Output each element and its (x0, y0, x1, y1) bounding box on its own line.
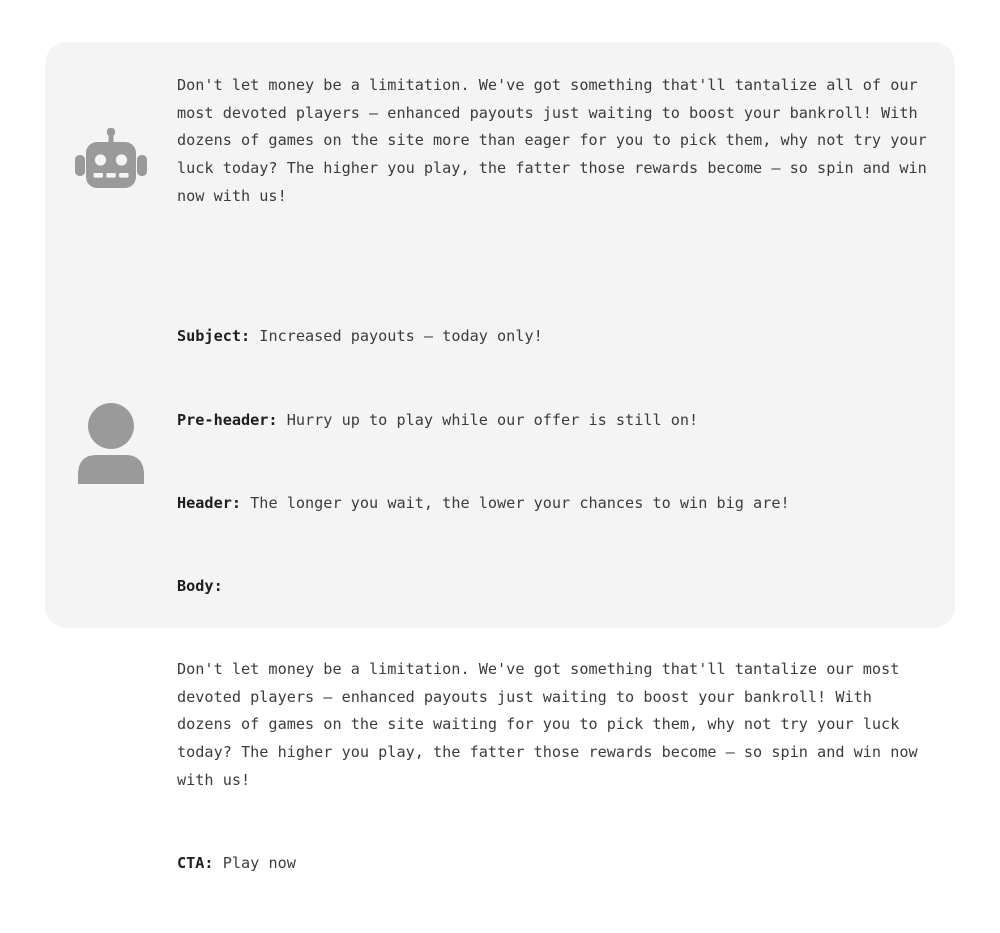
user-message-row: Subject: Increased payouts — today only!… (45, 268, 955, 933)
preheader-line: Pre-header: Hurry up to play while our o… (177, 407, 927, 435)
user-message-body: Subject: Increased payouts — today only!… (177, 268, 955, 933)
conversation-card: Don't let money be a limitation. We've g… (45, 42, 955, 872)
header-value: The longer you wait, the lower your chan… (241, 493, 790, 512)
subject-label: Subject: (177, 327, 251, 346)
cta-value: Play now (213, 853, 296, 872)
assistant-avatar-container (45, 72, 177, 202)
cta-label: CTA: (177, 853, 214, 872)
user-avatar-container (45, 268, 177, 488)
body-value-line: Don't let money be a limitation. We've g… (177, 656, 927, 795)
subject-line: Subject: Increased payouts — today only! (177, 323, 927, 351)
header-label: Header: (177, 493, 242, 512)
preheader-value: Hurry up to play while our offer is stil… (277, 410, 699, 429)
assistant-message-body: Don't let money be a limitation. We've g… (177, 72, 955, 211)
email-draft: Subject: Increased payouts — today only!… (177, 268, 927, 933)
user-avatar-icon (76, 402, 146, 488)
subject-value: Increased payouts — today only! (250, 327, 543, 346)
body-label-line: Body: (177, 573, 927, 601)
preheader-label: Pre-header: (177, 410, 278, 429)
assistant-message-row: Don't let money be a limitation. We've g… (45, 72, 955, 211)
body-label: Body: (177, 576, 223, 595)
assistant-paragraph: Don't let money be a limitation. We've g… (177, 76, 936, 205)
cta-line: CTA: Play now (177, 850, 927, 878)
body-value: Don't let money be a limitation. We've g… (177, 659, 927, 789)
header-line: Header: The longer you wait, the lower y… (177, 490, 927, 518)
robot-icon (73, 122, 149, 202)
